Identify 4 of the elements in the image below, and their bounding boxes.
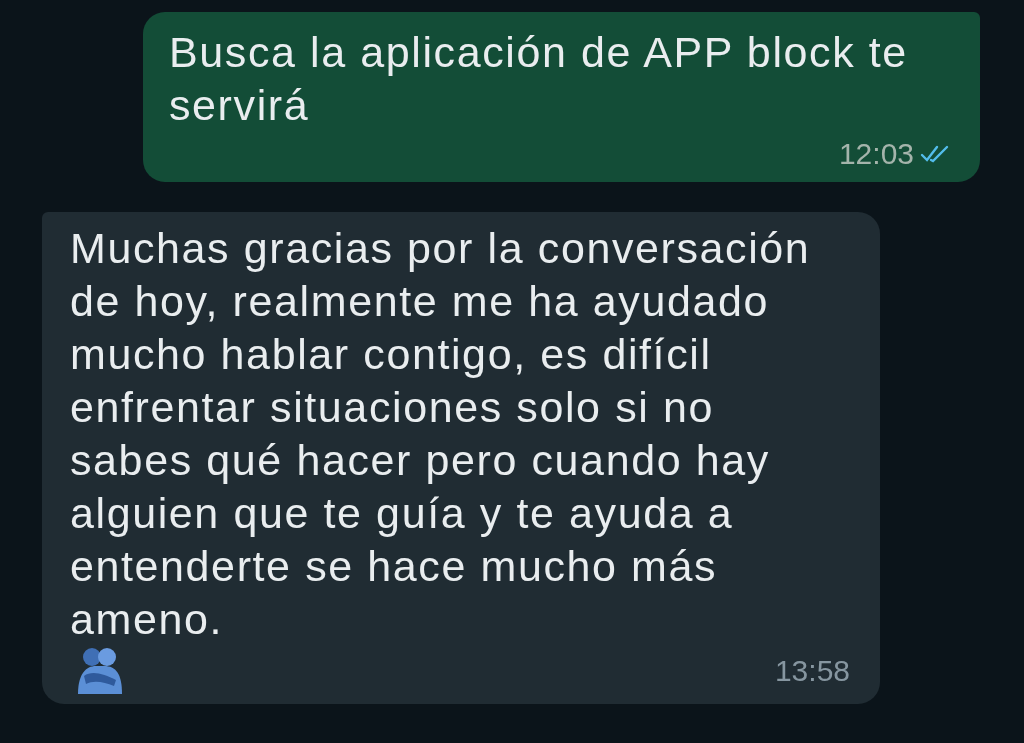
message-text: Busca la aplicación de APP block te servirá [169,27,909,131]
message-text: Muchas gracias por la conversación de hoy, realmente me ha ayudado mucho hablar contigo, es difícil enfrentar situaciones solo si no sabes qué hacer pero cuando hay alguien que te guía y te ayuda a entenderte se hace mucho más ameno. [70,223,812,645]
message-time: 13:58 [774,653,850,689]
message-time: 12:03 [838,136,914,172]
